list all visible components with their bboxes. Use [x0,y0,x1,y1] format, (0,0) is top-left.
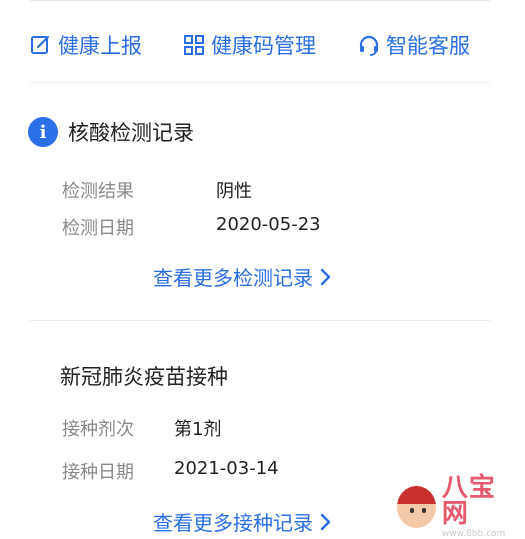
chevron-right-icon [319,268,331,286]
nucleic-test-title: 核酸检测记录 [68,121,194,145]
more-test-records-link[interactable]: 查看更多检测记录 [153,262,331,291]
section-divider [30,320,490,321]
vaccine-date-value: 2021-03-14 [174,458,279,479]
health-code-manage-button[interactable]: 健康码管理 [183,30,316,60]
more-vaccine-records-label: 查看更多接种记录 [153,511,313,535]
grid-icon [183,34,205,56]
health-report-label: 健康上报 [58,34,142,58]
test-date-label: 检测日期 [62,218,134,239]
dose-label: 接种剂次 [62,419,134,440]
more-vaccine-records-link[interactable]: 查看更多接种记录 [153,507,331,536]
more-test-records-label: 查看更多检测记录 [153,266,313,290]
dose-row: 接种剂次 第1剂 [62,415,221,441]
smart-service-label: 智能客服 [386,34,470,58]
nucleic-test-header: i 核酸检测记录 [28,117,194,147]
test-date-value: 2020-05-23 [216,214,321,235]
edit-icon [30,34,52,56]
vaccine-title: 新冠肺炎疫苗接种 [60,365,228,389]
watermark: 八宝网 www.8bb.com [397,475,517,539]
quick-nav: 健康上报 健康码管理 智能客服 [30,28,500,62]
headset-icon [358,34,380,56]
chevron-right-icon [319,513,331,531]
health-code-manage-label: 健康码管理 [211,34,316,58]
test-result-row: 检测结果 阴性 [62,177,252,203]
test-result-value: 阴性 [216,181,252,202]
watermark-logo [397,486,436,528]
vaccine-date-row: 接种日期 2021-03-14 [62,458,279,484]
dose-value: 第1剂 [174,419,222,440]
info-icon: i [28,117,58,147]
smart-service-button[interactable]: 智能客服 [358,30,470,60]
top-divider [30,0,490,1]
watermark-title: 八宝网 [441,473,496,529]
test-date-row: 检测日期 2020-05-23 [62,214,321,240]
health-report-button[interactable]: 健康上报 [30,30,142,60]
section-divider [30,82,490,83]
watermark-url: www.8bb.com [441,529,506,539]
vaccine-header: 新冠肺炎疫苗接种 [60,361,228,391]
vaccine-date-label: 接种日期 [62,462,134,483]
test-result-label: 检测结果 [62,181,134,202]
